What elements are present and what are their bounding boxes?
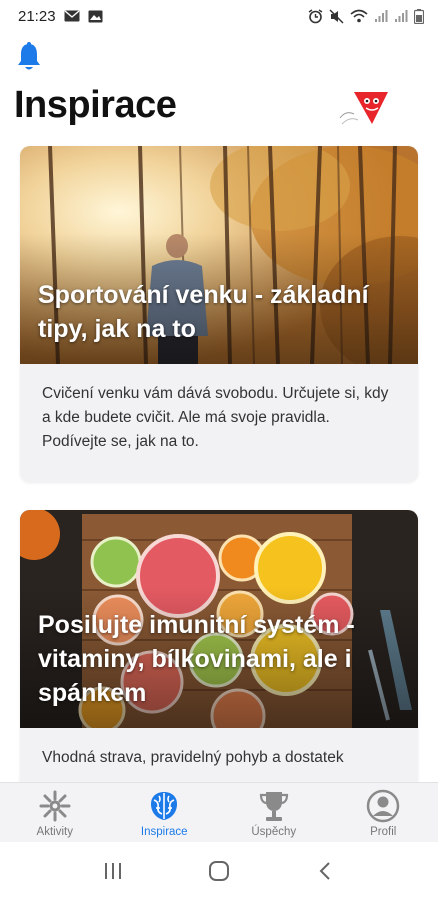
profile-icon <box>367 789 400 823</box>
nav-label: Inspirace <box>140 826 188 838</box>
article-card[interactable]: Posilujte imunitní systém - vitaminy, bí… <box>20 510 418 782</box>
status-right <box>308 8 424 24</box>
nav-item-aktivity[interactable]: Aktivity <box>0 783 110 842</box>
recent-apps-icon <box>105 863 121 879</box>
card-image-citrus-fruit: Posilujte imunitní systém - vitaminy, bí… <box>20 510 418 728</box>
battery-icon <box>414 8 424 24</box>
back-icon <box>319 862 330 880</box>
inspiration-feed[interactable]: Sportování venku - základní tipy, jak na… <box>0 142 438 782</box>
system-navigation-bar <box>0 842 438 900</box>
home-button[interactable] <box>199 851 239 891</box>
status-left: 21:23 <box>18 8 103 25</box>
page-title: Inspirace <box>14 84 177 126</box>
signal-icon <box>395 9 408 22</box>
article-card[interactable]: Sportování venku - základní tipy, jak na… <box>20 146 418 482</box>
nav-item-uspechy[interactable]: Úspěchy <box>219 783 329 842</box>
card-description: Vhodná strava, pravidelný pohyb a dostat… <box>42 749 344 766</box>
card-description: Cvičení venku vám dává svobodu. Určujete… <box>42 385 389 450</box>
activity-icon <box>39 790 71 822</box>
trophy-icon <box>259 792 288 821</box>
back-button[interactable] <box>305 851 345 891</box>
brain-icon <box>151 792 178 820</box>
image-icon <box>88 10 103 22</box>
signal-icon <box>375 9 388 22</box>
recent-apps-button[interactable] <box>93 851 133 891</box>
status-time: 21:23 <box>18 7 56 25</box>
nav-item-inspirace[interactable]: Inspirace <box>110 783 220 842</box>
mute-icon <box>329 8 344 24</box>
brand-logo[interactable] <box>336 88 392 128</box>
nav-item-profil[interactable]: Profil <box>329 783 438 842</box>
mail-icon <box>64 10 80 22</box>
alarm-icon <box>308 8 323 23</box>
home-icon <box>209 861 229 881</box>
nav-label: Aktivity <box>36 826 73 838</box>
bottom-nav: Aktivity Inspirace Úspěchy Profil <box>0 782 438 842</box>
nav-label: Profil <box>370 826 397 838</box>
app-header: Inspirace <box>0 32 438 142</box>
card-title: Sportování venku - základní tipy, jak na… <box>38 281 369 343</box>
wifi-icon <box>350 9 368 23</box>
card-image-autumn-forest: Sportování venku - základní tipy, jak na… <box>20 146 418 364</box>
bell-icon[interactable] <box>16 42 42 72</box>
card-title: Posilujte imunitní systém - vitaminy, bí… <box>38 611 355 707</box>
nav-label: Úspěchy <box>251 826 297 838</box>
status-bar: 21:23 <box>0 0 438 32</box>
